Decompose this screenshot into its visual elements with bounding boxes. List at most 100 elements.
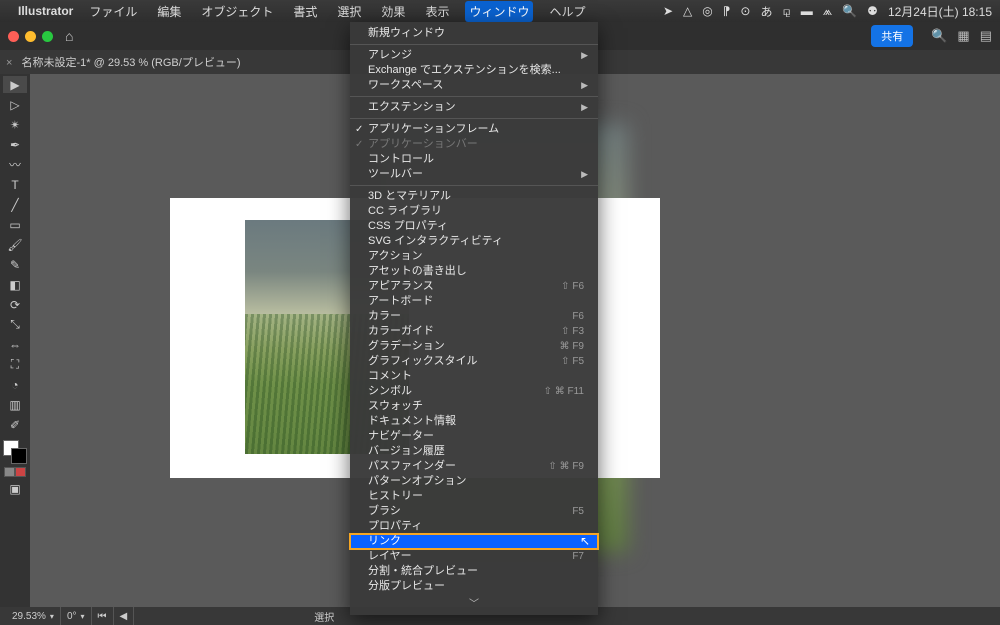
location-icon[interactable]: ➤	[663, 4, 673, 18]
menu-layer[interactable]: レイヤーF7	[350, 549, 598, 564]
menu-pattern-opt[interactable]: パターンオプション	[350, 474, 598, 489]
menu-split-preview[interactable]: 分割・統合プレビュー	[350, 564, 598, 579]
menu-type[interactable]: 書式	[289, 1, 321, 22]
close-icon[interactable]	[8, 31, 19, 42]
minimize-icon[interactable]	[25, 31, 36, 42]
eraser-tool[interactable]: ◧	[3, 276, 27, 293]
menu-continue-icon[interactable]: ﹀	[350, 594, 598, 611]
eyedropper-tool[interactable]: ✐	[3, 416, 27, 433]
circle-icon[interactable]: ◎	[702, 4, 712, 18]
zoom-field[interactable]: 29.53%▾	[6, 607, 61, 625]
shape-builder-tool[interactable]: ◔	[3, 376, 27, 393]
menu-artboard[interactable]: アートボード	[350, 294, 598, 309]
free-transform-tool[interactable]: ⛶	[3, 356, 27, 373]
shaper-tool[interactable]: ✎	[3, 256, 27, 273]
menu-exchange[interactable]: Exchange でエクステンションを検索...	[350, 63, 598, 78]
document-tab[interactable]: × 名称未設定-1* @ 29.53 % (RGB/プレビュー)	[6, 54, 240, 70]
menu-appearance[interactable]: アピアランス⇧ F6	[350, 279, 598, 294]
rectangle-tool[interactable]: ▭	[3, 216, 27, 233]
menu-color[interactable]: カラーF6	[350, 309, 598, 324]
menu-cc-lib[interactable]: CC ライブラリ	[350, 204, 598, 219]
workspace-icon[interactable]: ▤	[980, 28, 992, 44]
home-icon[interactable]: ⌂	[65, 28, 73, 44]
menu-navigator[interactable]: ナビゲーター	[350, 429, 598, 444]
menu-symbol[interactable]: シンボル⇧ ⌘ F11	[350, 384, 598, 399]
menu-link[interactable]: リンク↖	[350, 534, 598, 549]
share-button[interactable]: 共有	[871, 25, 913, 47]
tab-close-icon[interactable]: ×	[6, 57, 12, 69]
menu-control[interactable]: コントロール	[350, 152, 598, 167]
menu-app-bar: ✓アプリケーションバー	[350, 137, 598, 152]
menu-asset-export[interactable]: アセットの書き出し	[350, 264, 598, 279]
menubar-clock[interactable]: 12月24日(土) 18:15	[888, 3, 992, 20]
menu-extension[interactable]: エクステンション▶	[350, 100, 598, 115]
window-controls[interactable]	[8, 31, 53, 42]
line-tool[interactable]: ╱	[3, 196, 27, 213]
arrange-icon[interactable]: ▦	[957, 28, 969, 44]
menu-arrange[interactable]: アレンジ▶	[350, 48, 598, 63]
menu-color-guide[interactable]: カラーガイド⇧ F3	[350, 324, 598, 339]
fill-stroke-swatch[interactable]	[3, 440, 27, 464]
status-selection: 選択	[314, 609, 334, 624]
menu-effect[interactable]: 効果	[377, 1, 409, 22]
menu-object[interactable]: オブジェクト	[197, 1, 277, 22]
scale-tool[interactable]: ⤡	[3, 316, 27, 333]
menu-new-window[interactable]: 新規ウィンドウ	[350, 26, 598, 41]
menu-history[interactable]: ヒストリー	[350, 489, 598, 504]
direct-selection-tool[interactable]: ▷	[3, 96, 27, 113]
paintbrush-tool[interactable]: 🖌	[3, 236, 27, 253]
menu-swatch[interactable]: スウォッチ	[350, 399, 598, 414]
color-mode-swatch[interactable]	[4, 467, 26, 477]
screen-mode-tool[interactable]: ▣	[3, 480, 27, 497]
menu-edit[interactable]: 編集	[153, 1, 185, 22]
menu-sep-preview[interactable]: 分版プレビュー	[350, 579, 598, 594]
menu-help[interactable]: ヘルプ	[545, 1, 589, 22]
bluetooth-icon[interactable]: ⚼	[782, 4, 790, 19]
tuning-icon[interactable]: ⁋	[723, 4, 731, 18]
curvature-tool[interactable]: 〰	[3, 156, 27, 173]
menu-toolbar[interactable]: ツールバー▶	[350, 167, 598, 182]
width-tool[interactable]: ⇔	[3, 336, 27, 353]
menu-pathfinder[interactable]: パスファインダー⇧ ⌘ F9	[350, 459, 598, 474]
menu-action[interactable]: アクション	[350, 249, 598, 264]
stroke-swatch[interactable]	[11, 448, 27, 464]
pen-tool[interactable]: ✒	[3, 136, 27, 153]
app-name[interactable]: Illustrator	[18, 4, 73, 18]
menu-svg-int[interactable]: SVG インタラクティビティ	[350, 234, 598, 249]
nav-prev[interactable]: ◀	[114, 607, 135, 625]
rotate-tool[interactable]: ⟳	[3, 296, 27, 313]
nav-first[interactable]: ⏮	[92, 607, 114, 625]
zoom-icon[interactable]	[42, 31, 53, 42]
type-tool[interactable]: T	[3, 176, 27, 193]
menu-comment[interactable]: コメント	[350, 369, 598, 384]
input-icon[interactable]: あ	[760, 3, 772, 20]
selection-tool[interactable]: ▶	[3, 76, 27, 93]
triangle-icon[interactable]: △	[683, 4, 692, 18]
control-center-icon[interactable]: ⚉	[867, 4, 878, 18]
menu-app-frame[interactable]: ✓アプリケーションフレーム	[350, 122, 598, 137]
window-menu-dropdown: 新規ウィンドウ アレンジ▶ Exchange でエクステンションを検索... ワ…	[350, 22, 598, 615]
menu-file[interactable]: ファイル	[85, 1, 141, 22]
menu-gradation[interactable]: グラデーション⌘ F9	[350, 339, 598, 354]
rotate-field[interactable]: 0°▾	[61, 607, 92, 625]
magic-wand-tool[interactable]: ✴	[3, 116, 27, 133]
wifi-icon[interactable]: ⩕	[823, 4, 832, 19]
menu-css-prop[interactable]: CSS プロパティ	[350, 219, 598, 234]
menu-window[interactable]: ウィンドウ	[465, 1, 533, 22]
battery-icon[interactable]: ▬	[801, 4, 813, 18]
menu-version[interactable]: バージョン履歴	[350, 444, 598, 459]
menu-property[interactable]: プロパティ	[350, 519, 598, 534]
gradient-tool[interactable]: ▥	[3, 396, 27, 413]
left-toolbar: ▶ ▷ ✴ ✒ 〰 T ╱ ▭ 🖌 ✎ ◧ ⟳ ⤡ ⇔ ⛶ ◔ ▥ ✐ ▣	[0, 74, 30, 607]
menu-workspace[interactable]: ワークスペース▶	[350, 78, 598, 93]
play-icon[interactable]: ⊙	[740, 4, 750, 18]
menu-graphic-style[interactable]: グラフィックスタイル⇧ F5	[350, 354, 598, 369]
menu-select[interactable]: 選択	[333, 1, 365, 22]
menu-brush[interactable]: ブラシF5	[350, 504, 598, 519]
menu-doc-info[interactable]: ドキュメント情報	[350, 414, 598, 429]
search-app-icon[interactable]: 🔍	[931, 28, 947, 44]
search-icon[interactable]: 🔍	[842, 4, 857, 18]
menu-view[interactable]: 表示	[421, 1, 453, 22]
cursor-icon: ↖	[580, 534, 590, 549]
menu-3d[interactable]: 3D とマテリアル	[350, 189, 598, 204]
